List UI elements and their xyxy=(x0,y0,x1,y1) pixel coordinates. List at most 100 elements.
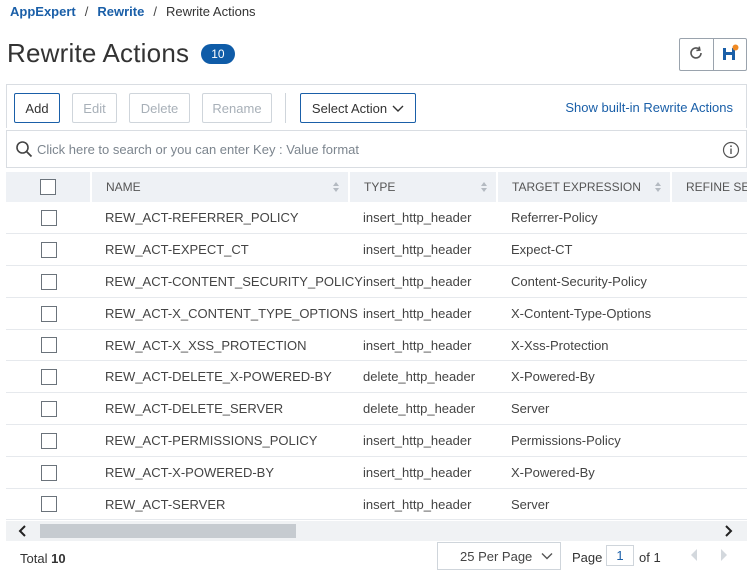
cell-refine-search xyxy=(671,456,747,489)
select-action-label: Select Action xyxy=(311,100,388,116)
save-config-button[interactable] xyxy=(712,39,747,70)
title-row: Rewrite Actions 10 xyxy=(7,38,235,69)
cell-name[interactable]: REW_ACT-CONTENT_SECURITY_POLICY xyxy=(91,265,363,298)
cell-name[interactable]: REW_ACT-X_XSS_PROTECTION xyxy=(91,329,349,362)
scroll-left-icon[interactable] xyxy=(18,522,28,543)
per-page-select[interactable]: 25 Per Page xyxy=(437,542,561,570)
cell-target-expression: X-Powered-By xyxy=(497,456,671,489)
row-checkbox[interactable] xyxy=(40,432,57,449)
table-row[interactable]: REW_ACT-X_CONTENT_TYPE_OPTIONS insert_htt… xyxy=(6,297,747,330)
table-row[interactable]: REW_ACT-X-POWERED-BY insert_http_header X-… xyxy=(6,456,747,489)
row-checkbox[interactable] xyxy=(40,496,57,513)
next-page-icon[interactable] xyxy=(719,548,729,565)
cell-refine-search xyxy=(671,392,747,426)
cell-name[interactable]: REW_ACT-X-POWERED-BY xyxy=(91,456,349,489)
add-button[interactable]: Add xyxy=(14,93,60,123)
delete-button[interactable]: Delete xyxy=(129,93,190,123)
cell-target-expression: X-Content-Type-Options xyxy=(497,297,671,330)
row-checkbox[interactable] xyxy=(40,241,57,258)
cell-name[interactable]: REW_ACT-PERMISSIONS_POLICY xyxy=(91,424,349,457)
select-all-checkbox[interactable] xyxy=(40,179,56,195)
toolbar-divider xyxy=(285,93,286,123)
refresh-icon xyxy=(687,44,705,65)
sort-icon xyxy=(332,181,340,196)
cell-name[interactable]: REW_ACT-SERVER xyxy=(91,488,349,521)
row-select-cell xyxy=(6,297,91,330)
search-bar[interactable]: Click here to search or you can enter Ke… xyxy=(6,130,747,168)
breadcrumb-separator: / xyxy=(153,4,157,19)
sort-icon xyxy=(480,181,488,196)
cell-name[interactable]: REW_ACT-REFERRER_POLICY xyxy=(91,202,349,235)
cell-name[interactable]: REW_ACT-EXPECT_CT xyxy=(91,233,349,267)
row-checkbox[interactable] xyxy=(40,337,57,354)
cell-target-expression: Content-Security-Policy xyxy=(497,265,671,298)
page-title: Rewrite Actions xyxy=(7,38,190,68)
row-checkbox[interactable] xyxy=(40,400,57,417)
cell-target-expression: Expect-CT xyxy=(497,233,671,267)
cell-refine-search xyxy=(671,297,747,330)
cell-refine-search xyxy=(671,329,747,362)
cell-name[interactable]: REW_ACT-X_CONTENT_TYPE_OPTIONS xyxy=(91,297,358,330)
breadcrumb-rewrite[interactable]: Rewrite xyxy=(97,4,144,19)
row-checkbox[interactable] xyxy=(40,209,57,226)
row-select-cell xyxy=(6,424,91,457)
table-row[interactable]: REW_ACT-PERMISSIONS_POLICY insert_http_he… xyxy=(6,424,747,457)
table-row[interactable]: REW_ACT-X_XSS_PROTECTION insert_http_head… xyxy=(6,329,747,362)
cell-type: delete_http_header xyxy=(349,360,497,394)
table-row[interactable]: REW_ACT-DELETE_X-POWERED-BY delete_http_h… xyxy=(6,360,747,394)
column-label: NAME xyxy=(106,180,141,194)
cell-refine-search xyxy=(671,360,747,394)
table-row[interactable]: REW_ACT-EXPECT_CT insert_http_header Expec… xyxy=(6,233,747,267)
edit-button[interactable]: Edit xyxy=(72,93,117,123)
breadcrumb-appexpert[interactable]: AppExpert xyxy=(10,4,76,19)
column-label: TARGET EXPRESSION xyxy=(512,180,641,194)
select-all-cell xyxy=(6,172,92,202)
column-header-refine-search[interactable]: REFINE SEA xyxy=(671,172,747,202)
page-of-label: of 1 xyxy=(639,550,661,565)
search-icon xyxy=(15,140,33,158)
cell-refine-search xyxy=(671,202,747,235)
table-row[interactable]: REW_ACT-DELETE_SERVER delete_http_header S… xyxy=(6,392,747,426)
refresh-button[interactable] xyxy=(680,39,713,70)
page-number-input[interactable]: 1 xyxy=(606,545,634,566)
scrollbar-thumb[interactable] xyxy=(40,524,296,538)
cell-name[interactable]: REW_ACT-DELETE_SERVER xyxy=(91,392,349,426)
cell-target-expression: X-Powered-By xyxy=(497,360,671,394)
table-footer: Total 10 25 Per Page Page 1 of 1 xyxy=(6,541,747,577)
row-select-cell xyxy=(6,456,91,489)
row-checkbox[interactable] xyxy=(40,464,57,481)
cell-type: insert_http_header xyxy=(349,297,497,330)
breadcrumb: AppExpert / Rewrite / Rewrite Actions xyxy=(10,4,256,19)
column-label: REFINE SEA xyxy=(686,180,747,194)
cell-type: insert_http_header xyxy=(349,233,497,267)
row-checkbox[interactable] xyxy=(40,305,57,322)
cell-refine-search xyxy=(671,424,747,457)
column-header-type[interactable]: TYPE xyxy=(349,172,498,202)
cell-type: delete_http_header xyxy=(349,392,497,426)
per-page-value: 25 Per Page xyxy=(460,548,533,564)
cell-name[interactable]: REW_ACT-DELETE_X-POWERED-BY xyxy=(91,360,349,394)
actions-table: NAME TYPE TARGET EXPRESSION REFINE SEA R… xyxy=(6,172,747,521)
show-builtin-link[interactable]: Show built-in Rewrite Actions xyxy=(565,100,733,115)
table-row[interactable]: REW_ACT-SERVER insert_http_header Server xyxy=(6,488,747,521)
horizontal-scrollbar[interactable] xyxy=(6,521,747,541)
info-icon[interactable] xyxy=(722,141,740,162)
cell-refine-search xyxy=(671,233,747,267)
column-header-target-expression[interactable]: TARGET EXPRESSION xyxy=(497,172,672,202)
select-action-dropdown[interactable]: Select Action xyxy=(300,93,416,123)
table-row[interactable]: REW_ACT-CONTENT_SECURITY_POLICY insert_ht… xyxy=(6,265,747,298)
previous-page-icon[interactable] xyxy=(689,548,699,565)
table-row[interactable]: REW_ACT-REFERRER_POLICY insert_http_heade… xyxy=(6,202,747,235)
search-input[interactable]: Click here to search or you can enter Ke… xyxy=(37,142,359,157)
row-select-cell xyxy=(6,329,91,362)
row-checkbox[interactable] xyxy=(40,273,57,290)
cell-type: insert_http_header xyxy=(349,424,497,457)
scroll-right-icon[interactable] xyxy=(723,522,733,543)
cell-type: insert_http_header xyxy=(349,265,497,298)
cell-target-expression: Permissions-Policy xyxy=(497,424,671,457)
cell-target-expression: X-Xss-Protection xyxy=(497,329,671,362)
column-header-name[interactable]: NAME xyxy=(91,172,350,202)
row-checkbox[interactable] xyxy=(40,369,57,386)
breadcrumb-current: Rewrite Actions xyxy=(165,4,256,19)
rename-button[interactable]: Rename xyxy=(202,93,272,123)
